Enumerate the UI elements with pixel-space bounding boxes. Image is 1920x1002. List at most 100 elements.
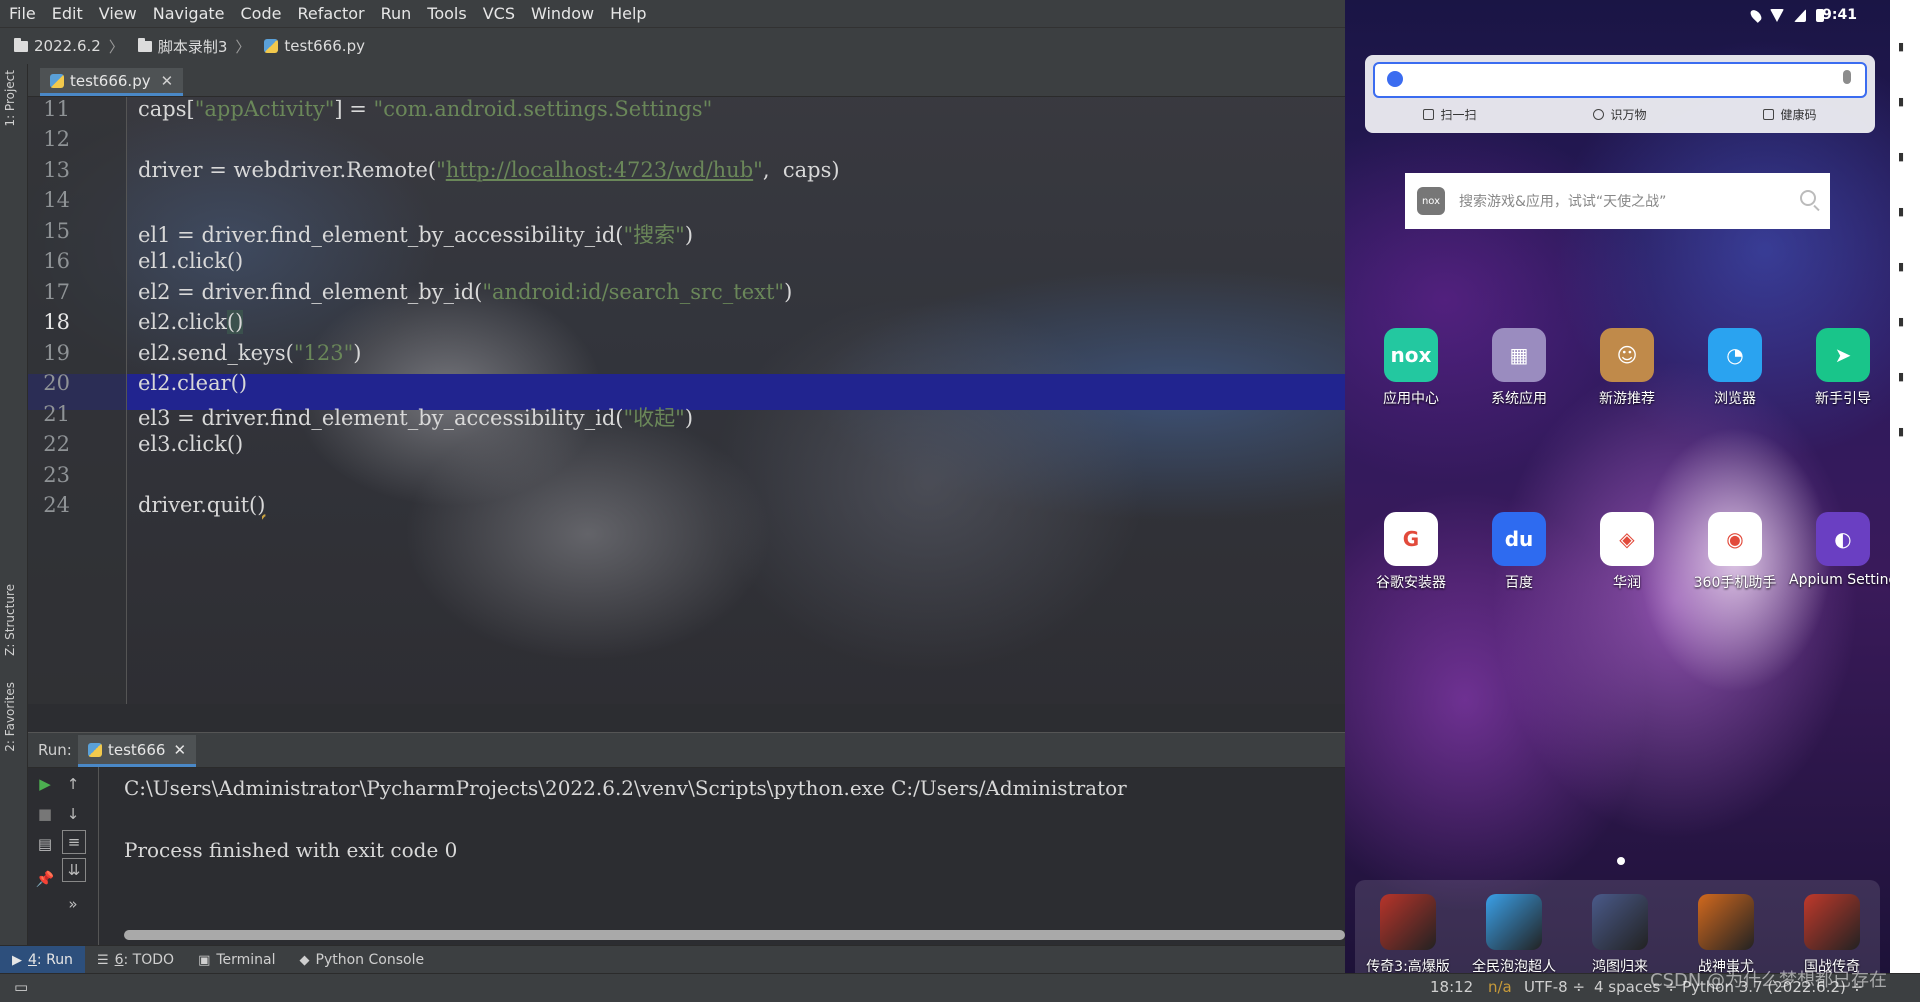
rerun-icon[interactable]: ▶ — [34, 773, 56, 795]
app-glyph-icon: nox — [1384, 328, 1438, 382]
app-glyph-icon: ◔ — [1708, 328, 1762, 382]
menu-run[interactable]: Run — [373, 4, 420, 23]
tool-window-pythonconsole[interactable]: ◆ Python Console — [288, 946, 437, 974]
health-code-button[interactable]: 健康码 — [1763, 106, 1817, 123]
tool-window-label: : Run — [36, 952, 73, 968]
caret-position[interactable]: 18:12 — [1430, 978, 1473, 996]
app-icon-apps_row2-0[interactable]: G 谷歌安装器 — [1357, 512, 1465, 592]
baidu-search-box[interactable] — [1373, 62, 1867, 98]
code-line[interactable]: driver.quit() — [138, 493, 265, 517]
layout-icon[interactable]: ▤ — [34, 833, 56, 855]
down-arrow-icon[interactable]: ↓ — [62, 803, 84, 825]
side-tool-button[interactable]: ▮ — [1898, 150, 1904, 163]
code-token: caps[ — [138, 96, 195, 121]
app-icon-apps_row2-2[interactable]: ◈ 华润 — [1573, 512, 1681, 592]
code-token: http://localhost:4723/wd/hub — [445, 157, 754, 182]
code-token: el1 = driver.find_element_by_accessibili… — [138, 222, 624, 247]
search-icon[interactable] — [1800, 190, 1816, 206]
code-line[interactable]: caps["appActivity"] = "com.android.setti… — [138, 97, 712, 121]
tool-window-run[interactable]: ▶ 4: Run — [0, 946, 85, 974]
breadcrumb-folder[interactable]: 脚本录制3 〉 — [124, 36, 250, 57]
console-output-exit: Process finished with exit code 0 — [124, 838, 458, 862]
baidu-shortcut-row: 扫一扫 识万物 健康码 — [1365, 101, 1875, 127]
side-tool-button[interactable]: ▮ — [1898, 205, 1904, 218]
stop-icon[interactable]: ■ — [34, 803, 56, 825]
menu-file[interactable]: File — [0, 4, 44, 23]
app-icon-apps_row1-1[interactable]: ▦ 系统应用 — [1465, 328, 1573, 408]
scan-button[interactable]: 扫一扫 — [1423, 106, 1477, 123]
code-line[interactable]: el3.click() — [138, 432, 243, 456]
pin-icon[interactable]: 📌 — [34, 868, 56, 890]
editor-tab-test666[interactable]: test666.py ✕ — [40, 68, 184, 96]
file-encoding[interactable]: UTF-8 ÷ — [1524, 978, 1585, 996]
menu-code[interactable]: Code — [233, 4, 290, 23]
code-line[interactable]: el2.click() — [138, 310, 244, 334]
line-separator[interactable]: n/a — [1488, 978, 1512, 996]
android-emulator-screen[interactable]: 9:41 扫一扫 识万物 健康码 nox 搜索游戏&应用，试试“天使之战” no… — [1345, 0, 1890, 973]
app-icon-apps_row2-3[interactable]: ◉ 360手机助手 — [1681, 512, 1789, 592]
horizontal-scrollbar[interactable] — [124, 930, 1345, 940]
menu-tools[interactable]: Tools — [419, 4, 474, 23]
line-number: 19 — [43, 340, 70, 365]
menu-view[interactable]: View — [91, 4, 145, 23]
side-tool-button[interactable]: ▮ — [1898, 425, 1904, 438]
code-line[interactable]: el2 = driver.find_element_by_id("android… — [138, 280, 792, 304]
layout-toggle-icon[interactable]: ▭ — [14, 978, 28, 996]
left-tool-strip: 1: Project Z: Structure 2: Favorites — [0, 64, 28, 974]
tool-window-todo[interactable]: ☰ 6: TODO — [85, 946, 186, 974]
app-icon-apps_row1-3[interactable]: ◔ 浏览器 — [1681, 328, 1789, 408]
tool-window-terminal[interactable]: ▣ Terminal — [186, 946, 287, 974]
csdn-watermark: CSDN @为什么梦想都已存在 — [1650, 970, 1888, 991]
breadcrumb-project[interactable]: 2022.6.2 〉 — [0, 36, 124, 57]
menu-navigate[interactable]: Navigate — [145, 4, 233, 23]
soft-wrap-icon[interactable]: ≡ — [62, 830, 86, 854]
menu-edit[interactable]: Edit — [44, 4, 91, 23]
dock-app-4[interactable]: 国战传奇 — [1779, 894, 1885, 973]
scroll-to-end-icon[interactable]: ⇊ — [62, 858, 86, 882]
code-line[interactable]: el1.click() — [138, 249, 243, 273]
code-line[interactable]: driver = webdriver.Remote("http://localh… — [138, 158, 840, 182]
project-tool-button[interactable]: 1: Project — [3, 70, 17, 127]
line-number: 24 — [43, 493, 70, 517]
code-token: ) — [684, 405, 694, 430]
dock-app-2[interactable]: 鸿图归来 — [1567, 894, 1673, 973]
dock-app-0[interactable]: 传奇3:高爆版 — [1355, 894, 1461, 973]
identify-button[interactable]: 识万物 — [1593, 106, 1647, 123]
dock-app-1[interactable]: 全民泡泡超人 — [1461, 894, 1567, 973]
line-number: 23 — [43, 462, 70, 487]
app-icon-apps_row1-4[interactable]: ➤ 新手引导 — [1789, 328, 1890, 408]
structure-tool-button[interactable]: Z: Structure — [3, 584, 17, 656]
app-icon-apps_row2-4[interactable]: ◐ Appium Settings — [1789, 512, 1890, 588]
app-icon-apps_row1-2[interactable]: ☺ 新游推荐 — [1573, 328, 1681, 408]
breadcrumb-file[interactable]: test666.py — [250, 37, 365, 55]
app-icon-apps_row1-0[interactable]: nox 应用中心 — [1357, 328, 1465, 408]
app-icon-apps_row2-1[interactable]: du 百度 — [1465, 512, 1573, 592]
favorites-tool-button[interactable]: 2: Favorites — [3, 682, 17, 752]
side-tool-button[interactable]: ▮ — [1898, 95, 1904, 108]
code-token: driver.quit( — [138, 493, 258, 517]
dock-app-label: 全民泡泡超人 — [1472, 959, 1556, 973]
microphone-icon[interactable] — [1843, 70, 1851, 84]
code-line[interactable]: el2.send_keys("123") — [138, 341, 361, 365]
close-icon[interactable]: ✕ — [161, 72, 174, 90]
menu-refactor[interactable]: Refactor — [289, 4, 372, 23]
up-arrow-icon[interactable]: ↑ — [62, 773, 84, 795]
side-tool-button[interactable]: ▮ — [1898, 370, 1904, 383]
side-tool-button[interactable]: ▮ — [1898, 40, 1904, 53]
menu-vcs[interactable]: VCS — [475, 4, 523, 23]
code-line[interactable]: el2.clear() — [138, 371, 247, 395]
signal-icon — [1794, 9, 1806, 22]
code-line[interactable]: el1 = driver.find_element_by_accessibili… — [138, 219, 693, 249]
side-tool-button[interactable]: ▮ — [1898, 260, 1904, 273]
run-tab-test666[interactable]: test666 ✕ — [78, 735, 197, 767]
menu-window[interactable]: Window — [523, 4, 602, 23]
side-tool-button[interactable]: ▮ — [1898, 315, 1904, 328]
code-editor[interactable]: 10caps["appPackage"] = "com.android.sett… — [28, 64, 1345, 704]
game-icon — [1698, 894, 1754, 950]
code-line[interactable]: el3 = driver.find_element_by_accessibili… — [138, 402, 693, 432]
dock-app-3[interactable]: 战神蚩尤 — [1673, 894, 1779, 973]
more-icon[interactable]: » — [62, 893, 84, 915]
nox-search-bar[interactable]: nox 搜索游戏&应用，试试“天使之战” — [1405, 173, 1830, 229]
menu-help[interactable]: Help — [602, 4, 654, 23]
close-icon[interactable]: ✕ — [173, 741, 186, 759]
